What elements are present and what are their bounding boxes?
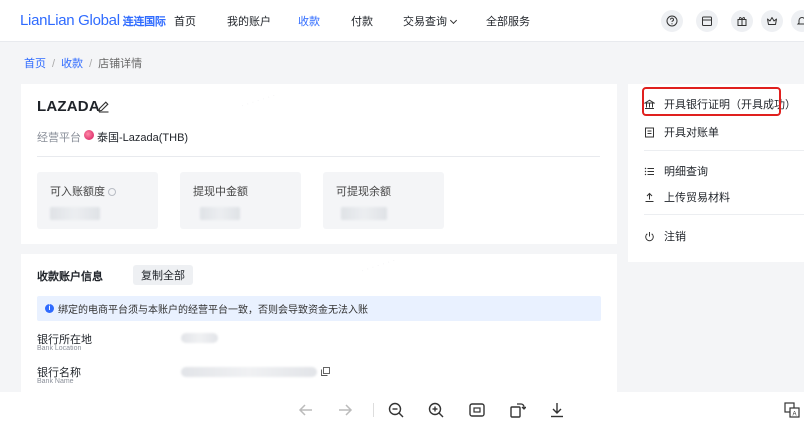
account-info-card: 收款账户信息 复制全部 i 绑定的电商平台须与本账户的经营平台一致，否则会导致资金… [21,254,617,392]
nav-receive[interactable]: 收款 [298,13,320,29]
cancel-account-menu-item[interactable]: 注销 [644,228,686,244]
account-info-title: 收款账户信息 [37,271,103,283]
bank-location-sub: Bank Location [37,345,82,352]
stat-withdrawable: 可提现余额 [323,172,444,229]
top-navigation-bar: LianLian Global 连连国际 首页 我的账户 收款 付款 交易查询 全… [0,0,804,42]
lianlian-logo[interactable]: LianLian Global 连连国际 [20,12,166,29]
breadcrumb-receive[interactable]: 收款 [61,58,83,70]
logo-text: LianLian Global [20,12,120,29]
zoom-in-icon[interactable] [426,400,446,420]
power-icon [645,231,654,241]
store-name: LAZADA [37,98,100,115]
divider [37,156,600,157]
upload-trade-docs-menu-item[interactable]: 上传贸易材料 [644,189,730,205]
list-icon [644,167,654,175]
document-icon [645,127,654,137]
statement-menu-item[interactable]: 开具对账单 [644,124,719,140]
stat-label: 可提现余额 [336,186,391,198]
masked-value [200,207,240,220]
notification-icon[interactable] [791,10,804,32]
crown-icon[interactable] [761,10,783,32]
calendar-icon[interactable] [696,10,718,32]
nav-all-services[interactable]: 全部服务 [486,13,530,29]
nav-my-account[interactable]: 我的账户 [227,13,271,29]
logo-cn-text: 连连国际 [122,16,166,28]
statement-label: 开具对账单 [664,127,719,139]
breadcrumb-separator: / [52,58,56,70]
nav-home[interactable]: 首页 [174,13,196,29]
stat-withdrawing: 提现中金额 [180,172,301,229]
zoom-out-icon[interactable] [386,400,406,420]
image-viewer-toolbar: A [0,392,804,427]
detail-query-label: 明细查询 [664,166,708,178]
cancel-account-label: 注销 [664,231,686,243]
stat-available-credit: 可入账额度 [37,172,158,229]
nav-transaction-query-label: 交易查询 [403,16,447,28]
notice-text: 绑定的电商平台须与本账户的经营平台一致，否则会导致资金无法入账 [58,305,368,316]
thailand-flag-icon [84,130,94,140]
gift-icon[interactable] [731,10,753,32]
fit-screen-icon[interactable] [467,400,487,420]
copy-icon[interactable] [321,367,330,376]
masked-value [181,333,218,343]
masked-value [181,367,317,377]
masked-value [50,207,100,220]
nav-transaction-query[interactable]: 交易查询 [403,13,458,29]
info-icon: i [45,304,54,313]
upload-icon [645,192,654,202]
bank-name-sub: Bank Name [37,378,74,385]
download-icon[interactable] [547,400,567,420]
breadcrumb: 首页 / 收款 / 店铺详情 [24,55,142,71]
chevron-down-icon [449,16,458,25]
masked-value [341,207,387,220]
svg-text:A: A [792,412,796,418]
forward-arrow-icon[interactable] [335,400,355,420]
nav-pay[interactable]: 付款 [351,13,373,29]
copy-all-button[interactable]: 复制全部 [133,265,193,285]
red-highlight-box [642,87,781,116]
detail-query-menu-item[interactable]: 明细查询 [644,163,708,179]
breadcrumb-separator: / [89,58,93,70]
stat-label: 提现中金额 [193,186,248,198]
rotate-icon[interactable] [507,400,527,420]
upload-trade-docs-label: 上传贸易材料 [664,192,730,204]
info-icon[interactable] [108,188,116,197]
side-divider [644,214,804,215]
toolbar-divider [373,403,374,417]
breadcrumb-current: 店铺详情 [98,58,143,70]
stat-label: 可入账额度 [50,186,105,198]
store-card: LAZADA 经营平台 泰国-Lazada(THB) 可入账额度 提现中金额 可… [21,84,617,244]
notice-banner: i 绑定的电商平台须与本账户的经营平台一致，否则会导致资金无法入账 [37,296,601,321]
breadcrumb-home[interactable]: 首页 [24,58,46,70]
translate-icon[interactable]: A [782,400,802,420]
side-divider [644,150,804,151]
platform-value: 泰国-Lazada(THB) [97,132,189,144]
edit-icon[interactable] [97,100,110,113]
back-arrow-icon[interactable] [296,400,316,420]
help-icon[interactable] [661,10,683,32]
platform-label: 经营平台 [37,132,81,144]
